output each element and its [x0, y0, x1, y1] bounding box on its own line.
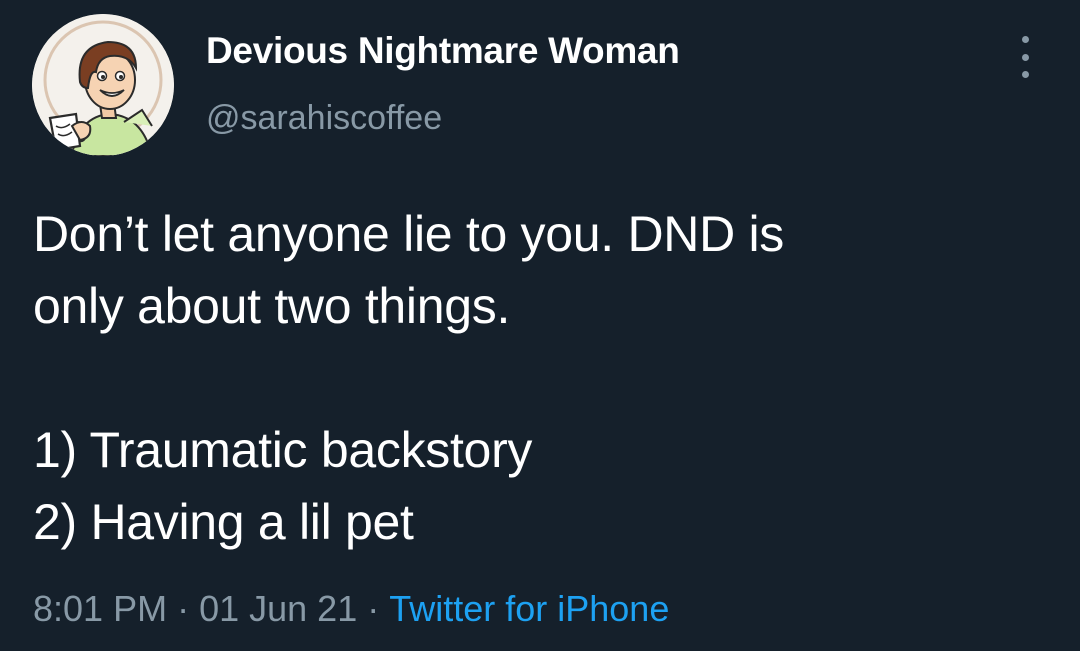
avatar[interactable]	[32, 14, 174, 156]
tweet-date[interactable]: 01 Jun 21	[199, 588, 357, 629]
tweet-text: Don’t let anyone lie to you. DND is only…	[33, 198, 1043, 558]
meta-separator: ·	[177, 588, 190, 629]
tweet-list-item: 2) Having a lil pet	[33, 494, 414, 550]
more-dot	[1021, 71, 1029, 78]
author-display-name[interactable]: Devious Nightmare Woman	[206, 30, 680, 72]
more-dot	[1021, 36, 1029, 43]
author-handle[interactable]: @sarahiscoffee	[206, 99, 442, 138]
avatar-illustration	[32, 14, 174, 156]
meta-separator: ·	[367, 588, 380, 629]
tweet-list-item: 1) Traumatic backstory	[33, 422, 533, 478]
tweet-card: Devious Nightmare Woman @sarahiscoffee D…	[0, 0, 1080, 651]
tweet-time[interactable]: 8:01 PM	[33, 588, 167, 629]
tweet-text-line: only about two things.	[33, 278, 511, 334]
more-dot	[1021, 53, 1029, 61]
tweet-meta: 8:01 PM · 01 Jun 21 · Twitter for iPhone	[33, 588, 669, 630]
tweet-source-link[interactable]: Twitter for iPhone	[389, 588, 669, 629]
more-vertical-icon[interactable]	[1010, 36, 1040, 78]
tweet-text-line: Don’t let anyone lie to you. DND is	[33, 206, 784, 262]
